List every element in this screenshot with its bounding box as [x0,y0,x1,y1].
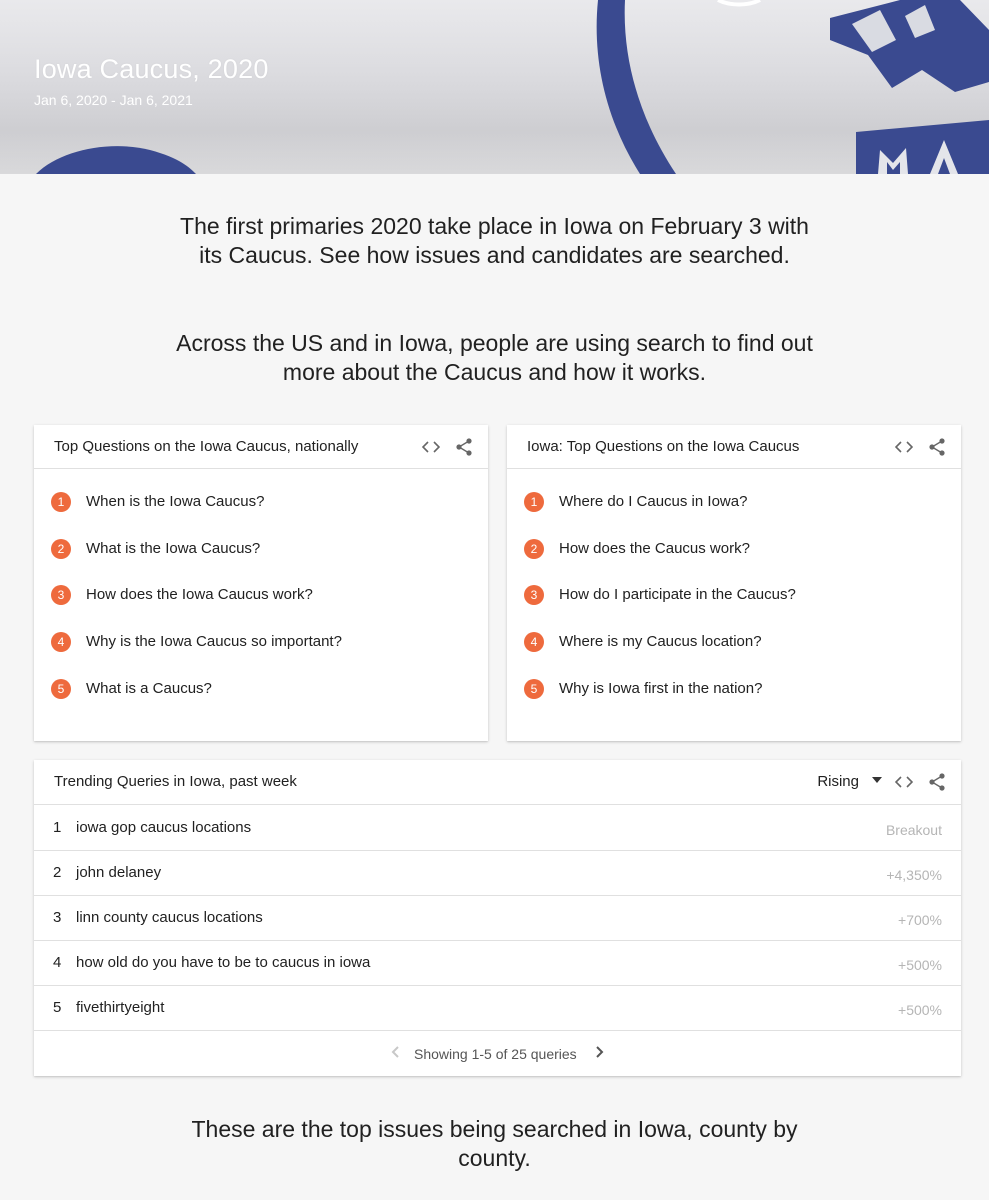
list-item[interactable]: 3 How does the Iowa Caucus work? [34,583,488,630]
table-row[interactable]: 4 how old do you have to be to caucus in… [34,940,961,986]
question-list: 1 Where do I Caucus in Iowa? 2 How does … [507,490,961,723]
row-query: linn county caucus locations [76,909,263,926]
row-query: fivethirtyeight [76,999,165,1016]
intro-paragraph-issues: These are the top issues being searched … [0,1115,989,1173]
rank-badge: 4 [524,632,544,653]
card-header: Iowa: Top Questions on the Iowa Caucus [507,425,961,469]
row-value: +4,350% [886,867,942,883]
row-query: iowa gop caucus locations [76,819,252,836]
row-value: +500% [898,1002,942,1018]
table-row[interactable]: 2 john delaney +4,350% [34,850,961,896]
iowa-questions-card: Iowa: Top Questions on the Iowa Caucus 1… [507,425,961,741]
hero-background-image [0,0,989,174]
rank-badge: 1 [51,492,71,512]
row-rank: 5 [53,999,62,1016]
list-item[interactable]: 4 Where is my Caucus location? [507,630,961,677]
row-value: +500% [898,957,942,973]
rank-badge: 5 [524,678,544,699]
row-query: john delaney [76,864,162,881]
code-brackets-icon[interactable] [894,772,914,792]
code-brackets-icon[interactable] [894,437,914,457]
row-value: +700% [898,912,942,928]
pagination: Showing 1-5 of 25 queries [34,1031,961,1075]
card-title: Top Questions on the Iowa Caucus, nation… [54,438,359,455]
list-item[interactable]: 5 Why is Iowa first in the nation? [507,677,961,724]
row-query: how old do you have to be to caucus in i… [76,954,371,971]
share-icon[interactable] [454,437,474,457]
list-item[interactable]: 3 How do I participate in the Caucus? [507,583,961,630]
intro-line: These are the top issues being searched … [191,1116,798,1142]
table-row[interactable]: 3 linn county caucus locations +700% [34,895,961,941]
list-item[interactable]: 1 Where do I Caucus in Iowa? [507,490,961,537]
hero-banner: Iowa Caucus, 2020 Jan 6, 2020 - Jan 6, 2… [0,0,989,174]
intro-line: county. [458,1145,531,1171]
intro-line: its Caucus. See how issues and candidate… [199,242,790,268]
share-icon[interactable] [927,772,947,792]
intro-paragraph-primaries: The first primaries 2020 take place in I… [0,212,989,270]
intro-paragraph-search: Across the US and in Iowa, people are us… [0,329,989,387]
rank-badge: 4 [51,632,71,653]
question-text: How do I participate in the Caucus? [559,586,796,604]
question-text: What is the Iowa Caucus? [86,539,261,557]
list-item[interactable]: 4 Why is the Iowa Caucus so important? [34,630,488,677]
rank-badge: 2 [524,538,544,559]
question-text: How does the Caucus work? [559,539,750,557]
question-list: 1 When is the Iowa Caucus? 2 What is the… [34,490,488,723]
share-icon[interactable] [927,437,947,457]
intro-line: more about the Caucus and how it works. [282,359,707,385]
row-rank: 3 [53,909,62,926]
filter-dropdown[interactable]: Rising [817,773,859,790]
rank-badge: 5 [51,678,71,699]
rank-badge: 2 [51,538,71,559]
rank-badge: 3 [524,585,544,606]
page-title: Iowa Caucus, 2020 [34,54,269,84]
rank-badge: 3 [51,585,71,606]
question-text: Where is my Caucus location? [559,633,762,651]
table-row[interactable]: 1 iowa gop caucus locations Breakout [34,805,961,851]
caret-down-icon[interactable] [872,777,882,783]
intro-line: Across the US and in Iowa, people are us… [176,330,813,356]
row-rank: 2 [53,864,62,881]
question-text: What is a Caucus? [86,679,212,697]
intro-line: The first primaries 2020 take place in I… [180,213,809,239]
row-rank: 4 [53,954,62,971]
chevron-left-icon[interactable] [391,1045,401,1064]
rank-badge: 1 [524,492,544,512]
code-brackets-icon[interactable] [421,437,441,457]
table-row[interactable]: 5 fivethirtyeight +500% [34,985,961,1031]
list-item[interactable]: 5 What is a Caucus? [34,677,488,724]
card-header: Top Questions on the Iowa Caucus, nation… [34,425,488,469]
row-rank: 1 [53,819,62,836]
question-text: When is the Iowa Caucus? [86,493,265,510]
trending-queries-card: Trending Queries in Iowa, past week Risi… [34,760,961,1076]
national-questions-card: Top Questions on the Iowa Caucus, nation… [34,425,488,741]
date-range: Jan 6, 2020 - Jan 6, 2021 [34,92,193,108]
row-value: Breakout [885,822,942,838]
question-text: Why is the Iowa Caucus so important? [86,633,342,651]
question-text: How does the Iowa Caucus work? [86,586,313,604]
question-text: Where do I Caucus in Iowa? [559,493,748,510]
card-title: Trending Queries in Iowa, past week [54,773,297,790]
pagination-label: Showing 1-5 of 25 queries [414,1046,577,1062]
list-item[interactable]: 2 What is the Iowa Caucus? [34,537,488,584]
card-title: Iowa: Top Questions on the Iowa Caucus [527,438,800,455]
question-text: Why is Iowa first in the nation? [559,679,763,697]
list-item[interactable]: 2 How does the Caucus work? [507,537,961,584]
list-item[interactable]: 1 When is the Iowa Caucus? [34,490,488,537]
card-header: Trending Queries in Iowa, past week Risi… [34,760,961,805]
chevron-right-icon[interactable] [594,1045,604,1064]
